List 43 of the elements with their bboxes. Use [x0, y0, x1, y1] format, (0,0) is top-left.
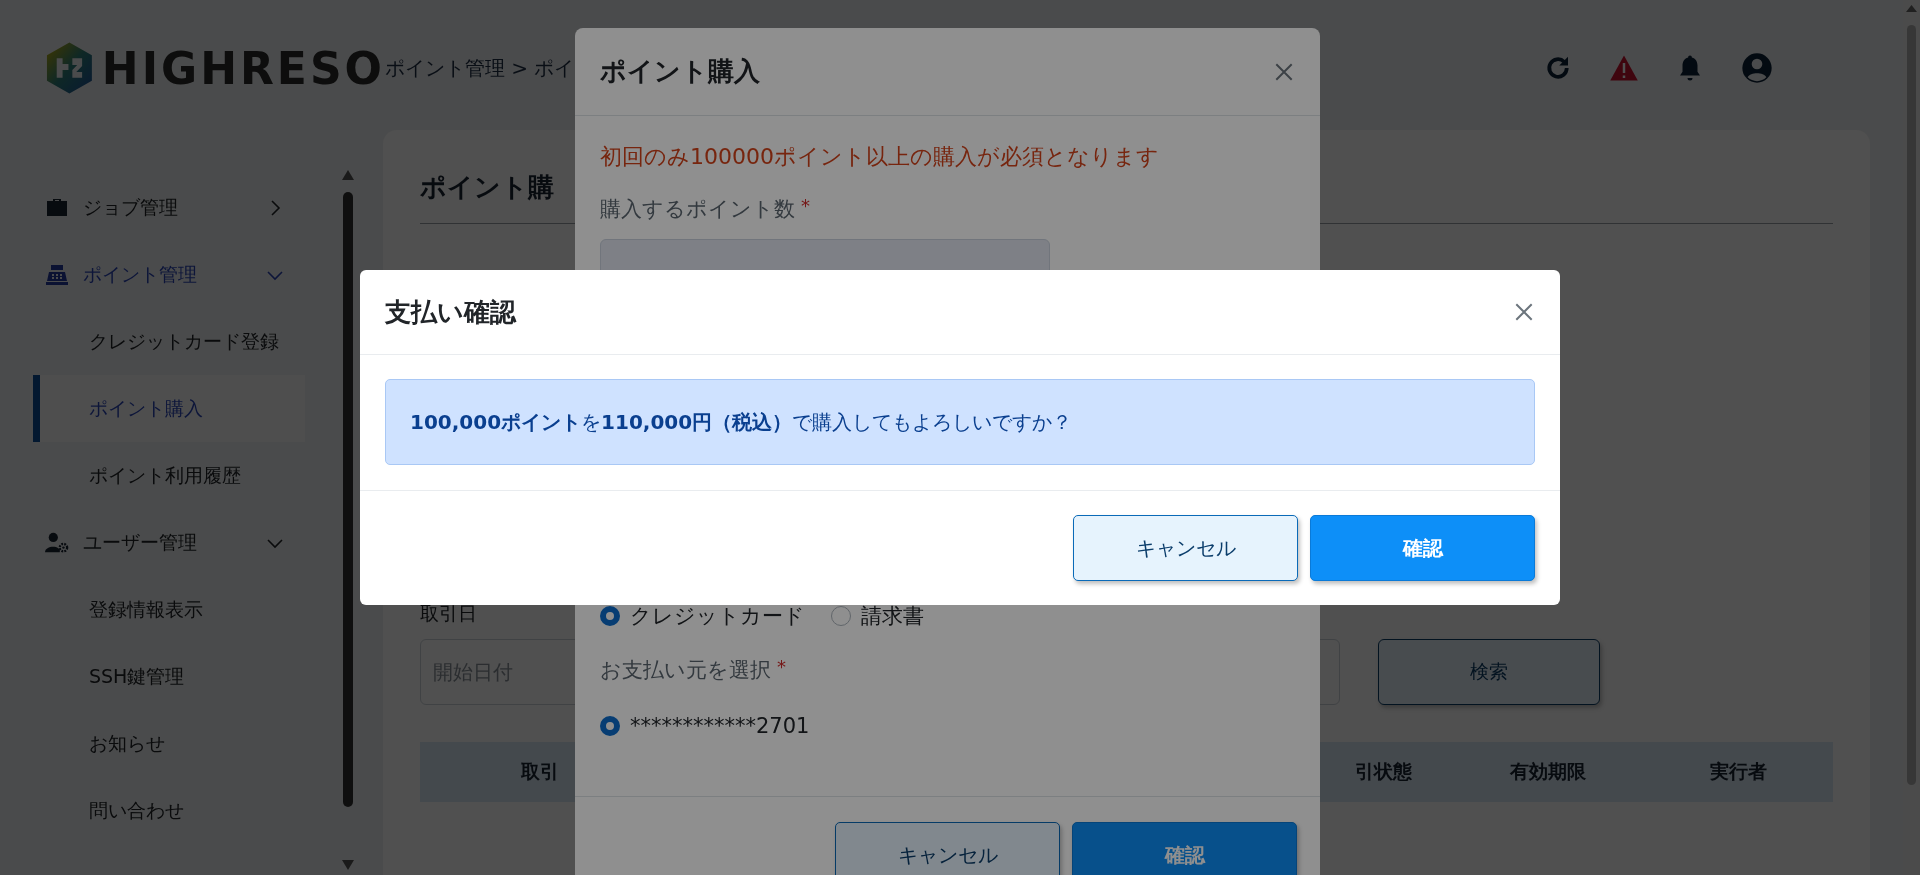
radio-label: 請求書 — [861, 603, 924, 630]
logo-text: HIGHRESO — [101, 42, 385, 94]
field-label: 購入するポイント数 — [600, 196, 795, 223]
sidebar-item[interactable]: ポイント購入 — [33, 375, 305, 442]
sidebar-group[interactable]: ユーザー管理 — [33, 509, 305, 576]
sidebar-group[interactable]: ポイント管理 — [33, 241, 305, 308]
column-header: 有効期限 — [1509, 759, 1587, 784]
radio-button[interactable] — [831, 606, 851, 626]
radio-button[interactable] — [600, 716, 620, 736]
cancel-button[interactable]: キャンセル — [1073, 515, 1298, 581]
modal-title: ポイント購入 — [600, 55, 760, 88]
field-label: お支払い元を選択 — [600, 657, 771, 684]
breadcrumb: ポイント管理 > ポイ — [385, 54, 575, 82]
sidebar-item[interactable]: 問い合わせ — [33, 777, 305, 844]
required-mark: * — [777, 656, 786, 679]
confirm-button[interactable]: 確認 — [1072, 822, 1297, 875]
column-header: 引状態 — [1353, 759, 1413, 784]
dialog-title: 支払い確認 — [385, 295, 516, 329]
search-button[interactable]: 検索 — [1378, 639, 1600, 705]
column-header: 取引 — [520, 759, 560, 784]
cash-register-icon — [45, 262, 69, 287]
logo-icon — [45, 40, 94, 96]
sidebar-item[interactable]: ポイント利用履歴 — [33, 442, 305, 509]
radio-button[interactable] — [600, 606, 620, 626]
cancel-button[interactable]: キャンセル — [835, 822, 1060, 875]
close-icon[interactable] — [1513, 301, 1535, 323]
sidebar-item[interactable]: クレジットカード登録 — [33, 308, 305, 375]
warning-icon[interactable] — [1609, 53, 1639, 83]
avatar-icon[interactable] — [1741, 52, 1773, 84]
radio-label: クレジットカード — [630, 603, 805, 630]
confirm-button[interactable]: 確認 — [1310, 515, 1535, 581]
column-header: 実行者 — [1708, 759, 1768, 784]
sidebar-item[interactable]: SSH鍵管理 — [33, 643, 305, 710]
sidebar-item[interactable]: 登録情報表示 — [33, 576, 305, 643]
sidebar-scrollbar[interactable] — [340, 170, 356, 870]
radio-option[interactable]: 請求書 — [831, 602, 924, 630]
user-gear-icon — [45, 530, 69, 555]
sidebar-group[interactable]: ジョブ管理 — [33, 174, 305, 241]
filter-label: 取引日 — [420, 601, 477, 626]
confirm-message: 100,000ポイントを110,000円（税込）で購入してもよろしいですか？ — [410, 408, 1073, 436]
notice-text: 初回のみ100000ポイント以上の購入が必須となります — [600, 143, 1160, 171]
required-mark: * — [801, 195, 810, 218]
sidebar-item[interactable]: お知らせ — [33, 710, 305, 777]
